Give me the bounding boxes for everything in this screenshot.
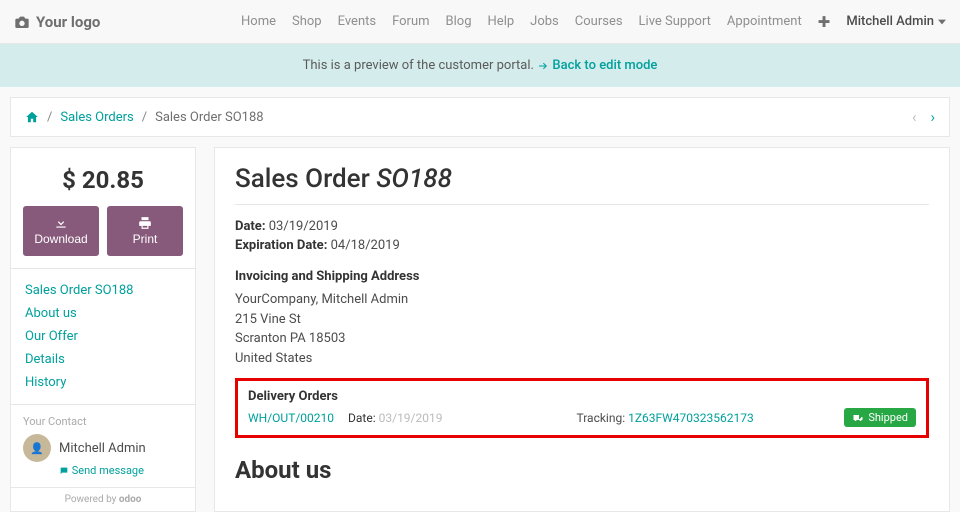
tracking-link[interactable]: 1Z63FW470323562173 [628, 411, 754, 425]
address-line: United States [235, 349, 929, 369]
price-card: $ 20.85 Download Print [10, 147, 196, 269]
delivery-row: WH/OUT/00210 Date: 03/19/2019 Tracking: … [248, 408, 916, 427]
address-line: Scranton PA 18503 [235, 329, 929, 349]
order-date: Date: 03/19/2019 [235, 219, 929, 234]
delivery-date: 03/19/2019 [379, 411, 443, 425]
logo-text: Your logo [36, 13, 100, 31]
nav-appointment[interactable]: Appointment [727, 14, 802, 29]
avatar: 👤 [23, 434, 51, 462]
user-menu[interactable]: Mitchell Admin [846, 14, 946, 29]
sidebar-item-about[interactable]: About us [25, 302, 181, 325]
sidebar-item-offer[interactable]: Our Offer [25, 325, 181, 348]
nav-jobs[interactable]: Jobs [530, 14, 559, 29]
page-title: Sales Order SO188 [235, 164, 929, 205]
preview-text: This is a preview of the customer portal… [303, 58, 534, 73]
contact-card: Your Contact 👤 Mitchell Admin Send messa… [10, 405, 196, 488]
powered-by: Powered by odoo [10, 488, 196, 512]
breadcrumb-sep: / [47, 110, 52, 125]
nav-live-support[interactable]: Live Support [639, 14, 711, 29]
sidebar-item-details[interactable]: Details [25, 348, 181, 371]
nav-events[interactable]: Events [338, 14, 376, 29]
top-navbar: Your logo Home Shop Events Forum Blog He… [0, 0, 960, 44]
nav-home[interactable]: Home [241, 14, 276, 29]
contact-label: Your Contact [23, 415, 183, 428]
contact-name: Mitchell Admin [59, 441, 146, 456]
nav-shop[interactable]: Shop [292, 14, 322, 29]
print-icon [138, 216, 152, 230]
nav-blog[interactable]: Blog [446, 14, 472, 29]
delivery-orders-box: Delivery Orders WH/OUT/00210 Date: 03/19… [235, 378, 929, 438]
sidebar-item-history[interactable]: History [25, 371, 181, 394]
comment-icon [59, 466, 69, 476]
nav-help[interactable]: Help [488, 14, 515, 29]
nav-courses[interactable]: Courses [575, 14, 623, 29]
prev-record-icon[interactable]: ‹ [912, 108, 917, 126]
truck-icon [852, 412, 864, 424]
delivery-heading: Delivery Orders [248, 389, 916, 404]
breadcrumb-current: Sales Order SO188 [155, 110, 263, 125]
nav-forum[interactable]: Forum [392, 14, 429, 29]
order-total: $ 20.85 [23, 160, 183, 206]
add-icon[interactable]: ✚ [818, 13, 831, 31]
breadcrumb: / Sales Orders / Sales Order SO188 ‹ › [10, 97, 950, 137]
delivery-ref-link[interactable]: WH/OUT/00210 [248, 411, 334, 425]
about-heading: About us [235, 456, 929, 484]
brand-logo[interactable]: Your logo [14, 13, 100, 31]
back-to-edit-link[interactable]: Back to edit mode [537, 58, 657, 73]
sidebar-item-order[interactable]: Sales Order SO188 [25, 279, 181, 302]
sidebar: $ 20.85 Download Print Sales Order SO188… [10, 147, 196, 512]
status-badge: Shipped [844, 408, 916, 427]
order-expiration: Expiration Date: 04/18/2019 [235, 238, 929, 253]
address-heading: Invoicing and Shipping Address [235, 269, 929, 284]
arrow-right-icon [537, 60, 549, 72]
download-icon [54, 216, 68, 230]
address-line: YourCompany, Mitchell Admin [235, 290, 929, 310]
download-button[interactable]: Download [23, 206, 99, 256]
user-name: Mitchell Admin [846, 14, 934, 29]
print-button[interactable]: Print [107, 206, 183, 256]
address-line: 215 Vine St [235, 310, 929, 330]
breadcrumb-sep: / [142, 110, 147, 125]
breadcrumb-sales-orders[interactable]: Sales Orders [60, 110, 133, 125]
main-content: Sales Order SO188 Date: 03/19/2019 Expir… [214, 147, 950, 512]
breadcrumb-pager: ‹ › [912, 108, 935, 126]
next-record-icon[interactable]: › [930, 108, 935, 126]
main-nav: Home Shop Events Forum Blog Help Jobs Co… [241, 13, 946, 31]
camera-icon [14, 14, 30, 30]
send-message-link[interactable]: Send message [59, 464, 183, 477]
sidebar-nav: Sales Order SO188 About us Our Offer Det… [10, 269, 196, 405]
preview-banner: This is a preview of the customer portal… [0, 44, 960, 87]
home-icon[interactable] [25, 110, 39, 125]
caret-down-icon [938, 18, 946, 26]
